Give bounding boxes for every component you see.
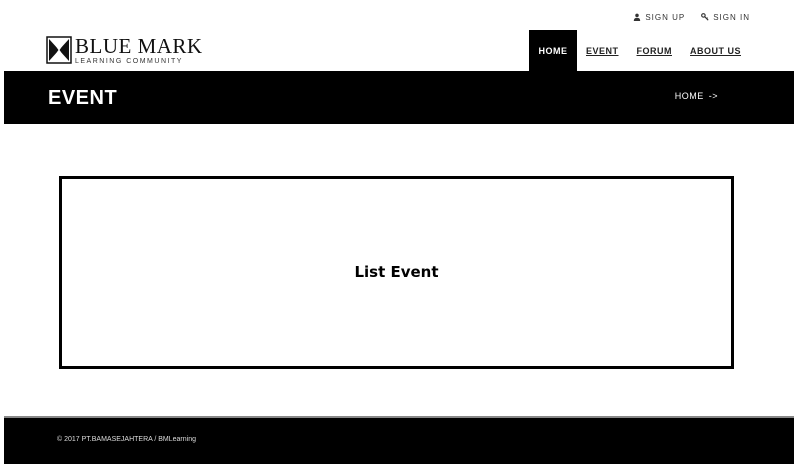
signin-label: SIGN IN — [713, 12, 750, 22]
main-nav: HOME EVENT FORUM ABOUT US — [528, 30, 750, 71]
key-icon — [701, 13, 709, 21]
user-icon — [634, 13, 641, 21]
signup-link[interactable]: SIGN UP — [633, 13, 685, 22]
breadcrumb-separator: -> — [708, 91, 718, 101]
nav-item-home[interactable]: HOME — [528, 30, 577, 71]
nav-item-forum[interactable]: FORUM — [628, 30, 682, 71]
bluemark-logo-icon — [46, 36, 72, 64]
breadcrumb[interactable]: HOME -> — [675, 91, 718, 101]
copyright-text: © 2017 PT.BAMASEJAHTERA / BMLearning — [57, 436, 196, 443]
top-utility-bar: SIGN UP SIGN IN — [633, 10, 750, 24]
logo-name: BLUE MARK — [75, 33, 203, 58]
site-footer: © 2017 PT.BAMASEJAHTERA / BMLearning — [4, 418, 794, 464]
site-logo[interactable]: BLUE MARK LEARNING COMMUNITY — [46, 35, 203, 65]
page-banner: EVENT HOME -> — [4, 71, 794, 124]
signup-label: SIGN UP — [645, 12, 686, 22]
nav-item-about-us[interactable]: ABOUT US — [681, 30, 750, 71]
breadcrumb-home[interactable]: HOME — [675, 91, 704, 101]
nav-item-event[interactable]: EVENT — [577, 30, 628, 71]
event-list-container: List Event — [59, 176, 734, 369]
event-list-placeholder: List Event — [354, 263, 439, 281]
page-title: EVENT — [48, 87, 118, 109]
signin-link[interactable]: SIGN IN — [701, 13, 750, 22]
logo-tagline: LEARNING COMMUNITY — [75, 57, 183, 65]
